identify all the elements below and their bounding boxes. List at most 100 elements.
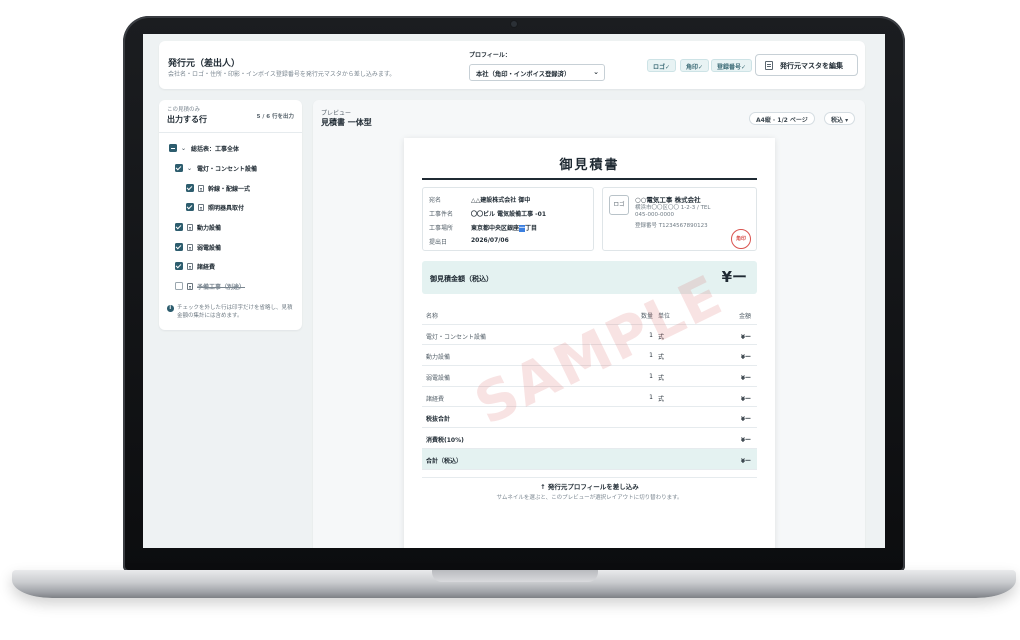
preview-subtitle: プレビュー bbox=[321, 110, 352, 117]
title-rule bbox=[422, 178, 757, 180]
checkbox-checked[interactable] bbox=[186, 203, 194, 211]
chevron-down-icon[interactable]: ⌄ bbox=[181, 145, 188, 152]
cell-name: 消費税(10%) bbox=[426, 437, 464, 445]
camera-icon bbox=[511, 21, 517, 27]
checkbox-checked[interactable] bbox=[186, 184, 194, 192]
field-key: 提出日 bbox=[429, 239, 448, 246]
seal-status-chip: 角印✓ bbox=[680, 59, 710, 72]
company-seal: 角印 bbox=[731, 229, 751, 249]
cell-amount: ¥ー bbox=[740, 354, 751, 362]
checkbox-unchecked[interactable] bbox=[175, 282, 183, 290]
field-value-post: 丁目 bbox=[525, 225, 538, 232]
cell-qty: 1 bbox=[649, 352, 653, 360]
cell-amount: ¥ー bbox=[740, 437, 751, 445]
issuer-registration: 登録番号 T1234567890123 bbox=[635, 223, 708, 229]
issuer-title: 発行元（差出人） bbox=[168, 59, 241, 69]
total-value: ¥ー bbox=[721, 268, 747, 286]
field-value-pre: 東京都中央区銀座 bbox=[471, 225, 520, 232]
document-icon bbox=[187, 223, 193, 231]
header-qty: 数量 bbox=[640, 313, 653, 320]
document-icon bbox=[187, 243, 193, 251]
grand-total-row: 合計（税込） ¥ー bbox=[422, 448, 757, 470]
tree-item-trunk-wiring[interactable]: 幹線・配線一式 bbox=[186, 182, 250, 194]
panel-subtitle: この見積のみ bbox=[167, 107, 201, 113]
preview-title: 見積書 一体型 bbox=[321, 118, 372, 127]
info-note-text: チェックを外した行は印字だけを省略し、見積金額の集計には含めます。 bbox=[177, 305, 293, 319]
issuer-address: 横浜市〇〇区〇〇 1-2-3 / TEL bbox=[635, 205, 711, 211]
checkbox-checked[interactable] bbox=[175, 243, 183, 251]
cell-qty: 1 bbox=[649, 373, 653, 381]
header-amount: 金額 bbox=[738, 313, 751, 320]
field-recipient: 宛名 △△建設株式会社 御中 bbox=[429, 195, 530, 205]
issuer-description: 会社名・ロゴ・住所・印影・インボイス登録番号を発行元マスタから差し込みます。 bbox=[168, 71, 396, 78]
output-rows-panel: この見積のみ 出力する行 5 / 6 行を出力 ⌄ 総括表：工事全体 ⌄ 電灯・… bbox=[159, 100, 302, 330]
checkbox-checked[interactable] bbox=[175, 262, 183, 270]
field-project: 工事件名 〇〇ビル 電気設備工事 -01 bbox=[429, 209, 546, 219]
document-icon bbox=[198, 203, 204, 211]
tree-item-lighting[interactable]: ⌄ 電灯・コンセント設備 bbox=[175, 162, 257, 174]
cell-qty: 1 bbox=[649, 331, 653, 339]
tree-item-low-voltage[interactable]: 弱電設備 bbox=[175, 241, 221, 253]
cell-amount: ¥ー bbox=[740, 375, 751, 383]
profile-select-value: 本社（角印・インボイス登録済） bbox=[476, 71, 571, 78]
tree-item-summary[interactable]: ⌄ 総括表：工事全体 bbox=[169, 142, 239, 154]
tax-row: 消費税(10%) ¥ー bbox=[422, 428, 757, 449]
checkbox-checked[interactable] bbox=[175, 164, 183, 172]
edit-issuer-master-button[interactable]: 発行元マスタを編集 bbox=[755, 54, 858, 76]
tax-mode-pill[interactable]: 税込 ▾ bbox=[824, 112, 856, 125]
profile-label: プロフィール： bbox=[469, 52, 511, 59]
page-size-pill[interactable]: A4縦 · 1/2 ページ bbox=[749, 112, 815, 125]
estimate-document: 御見積書 宛名 △△建設株式会社 御中 工事件名 〇〇ビル 電気設備工事 -01… bbox=[404, 138, 775, 548]
cell-qty: 1 bbox=[649, 393, 653, 401]
app-screen: 発行元（差出人） 会社名・ロゴ・住所・印影・インボイス登録番号を発行元マスタから… bbox=[143, 34, 885, 548]
tree-item-overhead[interactable]: 諸経費 bbox=[175, 260, 215, 272]
building-icon bbox=[765, 61, 773, 70]
tree-item-label: 弱電設備 bbox=[197, 244, 222, 252]
table-header: 名称 数量 単位 金額 bbox=[422, 304, 757, 325]
total-label: 御見積金額（税込） bbox=[430, 275, 493, 283]
checkbox-checked[interactable] bbox=[175, 223, 183, 231]
document-title: 御見積書 bbox=[559, 158, 620, 173]
tree-item-power[interactable]: 動力設備 bbox=[175, 221, 221, 233]
insert-profile-description: サムネイルを選ぶと、このプレビューが選択レイアウトに切り替わります。 bbox=[496, 495, 683, 501]
profile-select[interactable]: 本社（角印・インボイス登録済） ⌄ bbox=[469, 64, 605, 81]
subtotal-row: 税抜合計 ¥ー bbox=[422, 407, 757, 429]
cell-name: 弱電設備 bbox=[426, 375, 451, 383]
checkbox-partial[interactable] bbox=[169, 144, 177, 152]
field-value: 東京都中央区銀座一丁目 bbox=[471, 223, 537, 233]
registration-status-chip: 登録番号✓ bbox=[711, 59, 753, 72]
document-icon bbox=[198, 184, 204, 192]
table-row: 諸経費 1 式 ¥ー bbox=[422, 387, 757, 408]
table-row: 弱電設備 1 式 ¥ー bbox=[422, 366, 757, 387]
issuer-tel: 045-000-0000 bbox=[635, 212, 674, 218]
cell-unit: 式 bbox=[658, 333, 665, 341]
field-key: 宛名 bbox=[429, 197, 442, 204]
edit-issuer-master-label: 発行元マスタを編集 bbox=[780, 62, 843, 70]
tree-item-label: 幹線・配線一式 bbox=[208, 185, 251, 193]
issuer-header: 発行元（差出人） 会社名・ロゴ・住所・印影・インボイス登録番号を発行元マスタから… bbox=[159, 41, 865, 89]
table-row: 電灯・コンセント設備 1 式 ¥ー bbox=[422, 325, 757, 346]
field-key: 工事件名 bbox=[429, 211, 454, 218]
panel-title: 出力する行 bbox=[167, 115, 207, 124]
header-name: 名称 bbox=[426, 313, 439, 320]
cell-name: 税抜合計 bbox=[426, 416, 451, 424]
insert-profile-hint: ↑ 発行元プロフィールを差し込み bbox=[540, 483, 639, 491]
info-note: i チェックを外した行は印字だけを省略し、見積金額の集計には含めます。 bbox=[167, 304, 297, 320]
chevron-down-icon[interactable]: ⌄ bbox=[187, 165, 194, 172]
recipient-box: 宛名 △△建設株式会社 御中 工事件名 〇〇ビル 電気設備工事 -01 工事場所… bbox=[422, 187, 594, 251]
field-value: 2026/07/06 bbox=[471, 237, 509, 244]
line-items-table: 名称 数量 単位 金額 電灯・コンセント設備 1 式 ¥ー 動力設備 1 式 ¥… bbox=[422, 304, 757, 470]
tree-item-label: 電灯・コンセント設備 bbox=[197, 165, 258, 173]
tree-item-reserve[interactable]: 予備工事（別途） bbox=[175, 280, 245, 292]
cell-unit: 式 bbox=[658, 395, 665, 403]
field-key: 工事場所 bbox=[429, 225, 454, 232]
estimate-total-band: 御見積金額（税込） ¥ー bbox=[422, 261, 757, 294]
row-count: 5 / 6 行を出力 bbox=[256, 114, 294, 120]
insert-divider bbox=[422, 477, 757, 478]
cell-unit: 式 bbox=[658, 375, 665, 383]
tree-item-fixtures[interactable]: 照明器具取付 bbox=[186, 201, 244, 213]
cell-name: 動力設備 bbox=[426, 354, 451, 362]
field-value: 〇〇ビル 電気設備工事 -01 bbox=[471, 211, 547, 218]
preview-panel: プレビュー 見積書 一体型 A4縦 · 1/2 ページ 税込 ▾ 御見積書 宛名… bbox=[313, 100, 865, 548]
cell-name: 合計（税込） bbox=[426, 457, 463, 465]
